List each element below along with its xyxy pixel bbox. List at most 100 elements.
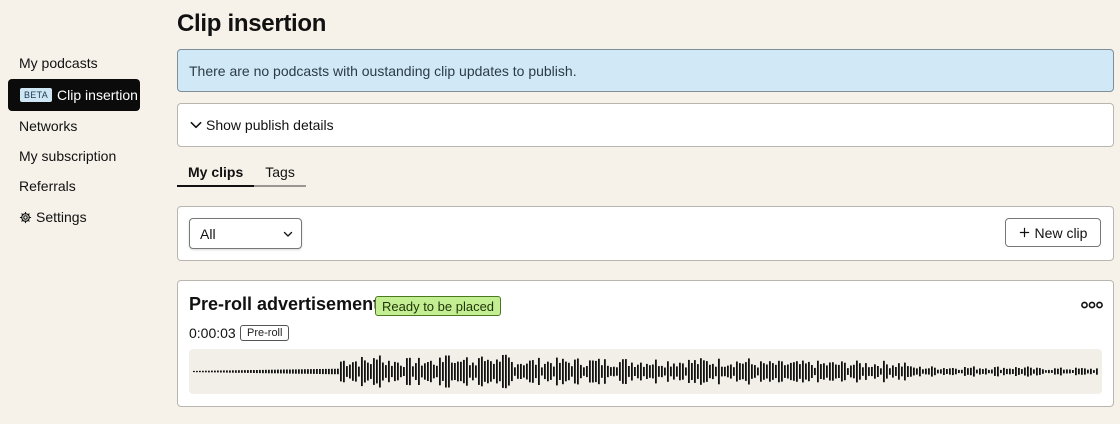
waveform-bar — [1012, 369, 1014, 374]
waveform-bar — [805, 363, 807, 380]
waveform-bar — [259, 369, 261, 374]
waveform-bar — [418, 357, 420, 385]
waveform-bar — [526, 363, 528, 380]
waveform-bar — [283, 369, 285, 374]
waveform-bar — [646, 363, 648, 379]
waveform-bar — [412, 366, 414, 377]
waveform-bar — [607, 365, 609, 378]
waveform-bar — [481, 356, 483, 387]
waveform-bar — [823, 363, 825, 380]
waveform-bar — [724, 366, 726, 377]
sidebar-item-clip-insertion[interactable]: BETA Clip insertion — [8, 79, 140, 111]
waveform-bar — [385, 365, 387, 378]
waveform-bar — [613, 366, 615, 377]
publish-details-toggle[interactable]: Show publish details — [177, 103, 1114, 147]
sidebar-item-settings[interactable]: Settings — [8, 201, 140, 233]
info-banner: There are no podcasts with oustanding cl… — [177, 49, 1114, 92]
waveform-bar — [976, 369, 978, 374]
waveform-bar — [373, 358, 375, 385]
waveform-bar — [520, 363, 522, 379]
waveform-bar — [1078, 368, 1080, 375]
waveform-bar — [667, 361, 669, 382]
waveform-bar — [796, 361, 798, 382]
waveform-bar — [394, 361, 396, 382]
waveform-bar — [661, 365, 663, 378]
waveform-bar — [658, 366, 660, 377]
waveform-bar — [931, 366, 933, 377]
plus-icon — [1019, 227, 1029, 238]
filter-select[interactable]: All — [189, 218, 302, 249]
waveform-bar — [1069, 369, 1071, 374]
waveform-bar — [853, 364, 855, 379]
waveform-bar — [985, 368, 987, 375]
waveform-bar — [679, 362, 681, 381]
waveform-bar — [298, 369, 300, 374]
tab-tags[interactable]: Tags — [254, 158, 306, 187]
beta-badge: BETA — [20, 88, 53, 102]
waveform-bar — [997, 366, 999, 377]
waveform-bar — [670, 366, 672, 377]
waveform-bar — [277, 369, 279, 374]
waveform-bar — [1060, 367, 1062, 376]
waveform-bar — [775, 364, 777, 379]
waveform-bar — [295, 369, 297, 374]
waveform-bar — [754, 365, 756, 378]
waveform-bar — [292, 369, 294, 374]
waveform-bar — [706, 361, 708, 382]
waveform-bar — [247, 370, 249, 373]
sidebar-item-my-podcasts[interactable]: My podcasts — [8, 47, 140, 79]
sidebar-item-networks[interactable]: Networks — [8, 110, 140, 142]
sidebar-item-referrals[interactable]: Referrals — [8, 170, 140, 202]
waveform-bar — [232, 370, 234, 373]
chevron-down-icon — [190, 121, 202, 129]
waveform-bar — [289, 369, 291, 374]
waveform-bar — [733, 367, 735, 376]
waveform-bar — [883, 360, 885, 383]
sidebar-item-label: Settings — [36, 209, 87, 225]
waveform-bar — [499, 361, 501, 382]
waveform-bar — [1033, 369, 1035, 374]
waveform-bar — [334, 368, 336, 375]
sidebar-item-label: My subscription — [19, 148, 117, 164]
waveform-bar — [742, 363, 744, 380]
waveform-bar — [709, 364, 711, 379]
waveform-bar — [475, 365, 477, 378]
waveform-bar — [1084, 368, 1086, 375]
waveform-bar — [355, 361, 357, 382]
waveform-bar — [1057, 368, 1059, 375]
waveform-bar — [655, 359, 657, 384]
waveform-bar — [460, 361, 462, 382]
more-options-icon[interactable] — [1081, 300, 1103, 310]
waveform-graphic — [193, 354, 1098, 389]
waveform-bar — [838, 364, 840, 378]
waveform-bar — [202, 370, 204, 373]
waveform-bar — [616, 367, 618, 376]
waveform-bar — [880, 368, 882, 375]
sidebar-item-my-subscription[interactable]: My subscription — [8, 140, 140, 172]
waveform-bar — [979, 368, 981, 375]
waveform-bar — [922, 369, 924, 374]
waveform-bar — [727, 365, 729, 378]
waveform-bar — [409, 357, 411, 386]
waveform-bar — [697, 364, 699, 379]
waveform-bar — [1003, 367, 1005, 376]
waveform[interactable] — [189, 349, 1102, 394]
waveform-bar — [649, 365, 651, 378]
waveform-bar — [553, 366, 555, 377]
waveform-bar — [895, 367, 897, 376]
sidebar-item-label: My podcasts — [19, 55, 98, 71]
waveform-bar — [532, 360, 534, 383]
waveform-bar — [244, 370, 246, 373]
new-clip-label: New clip — [1034, 224, 1088, 241]
waveform-bar — [517, 364, 519, 379]
waveform-bar — [913, 367, 915, 376]
new-clip-button[interactable]: New clip — [1005, 218, 1101, 247]
waveform-bar — [781, 361, 783, 382]
tab-my-clips[interactable]: My clips — [177, 158, 255, 187]
waveform-bar — [490, 361, 492, 382]
waveform-bar — [595, 360, 597, 383]
waveform-bar — [841, 361, 843, 382]
waveform-bar — [478, 358, 480, 385]
waveform-bar — [619, 362, 621, 381]
waveform-bar — [568, 362, 570, 381]
